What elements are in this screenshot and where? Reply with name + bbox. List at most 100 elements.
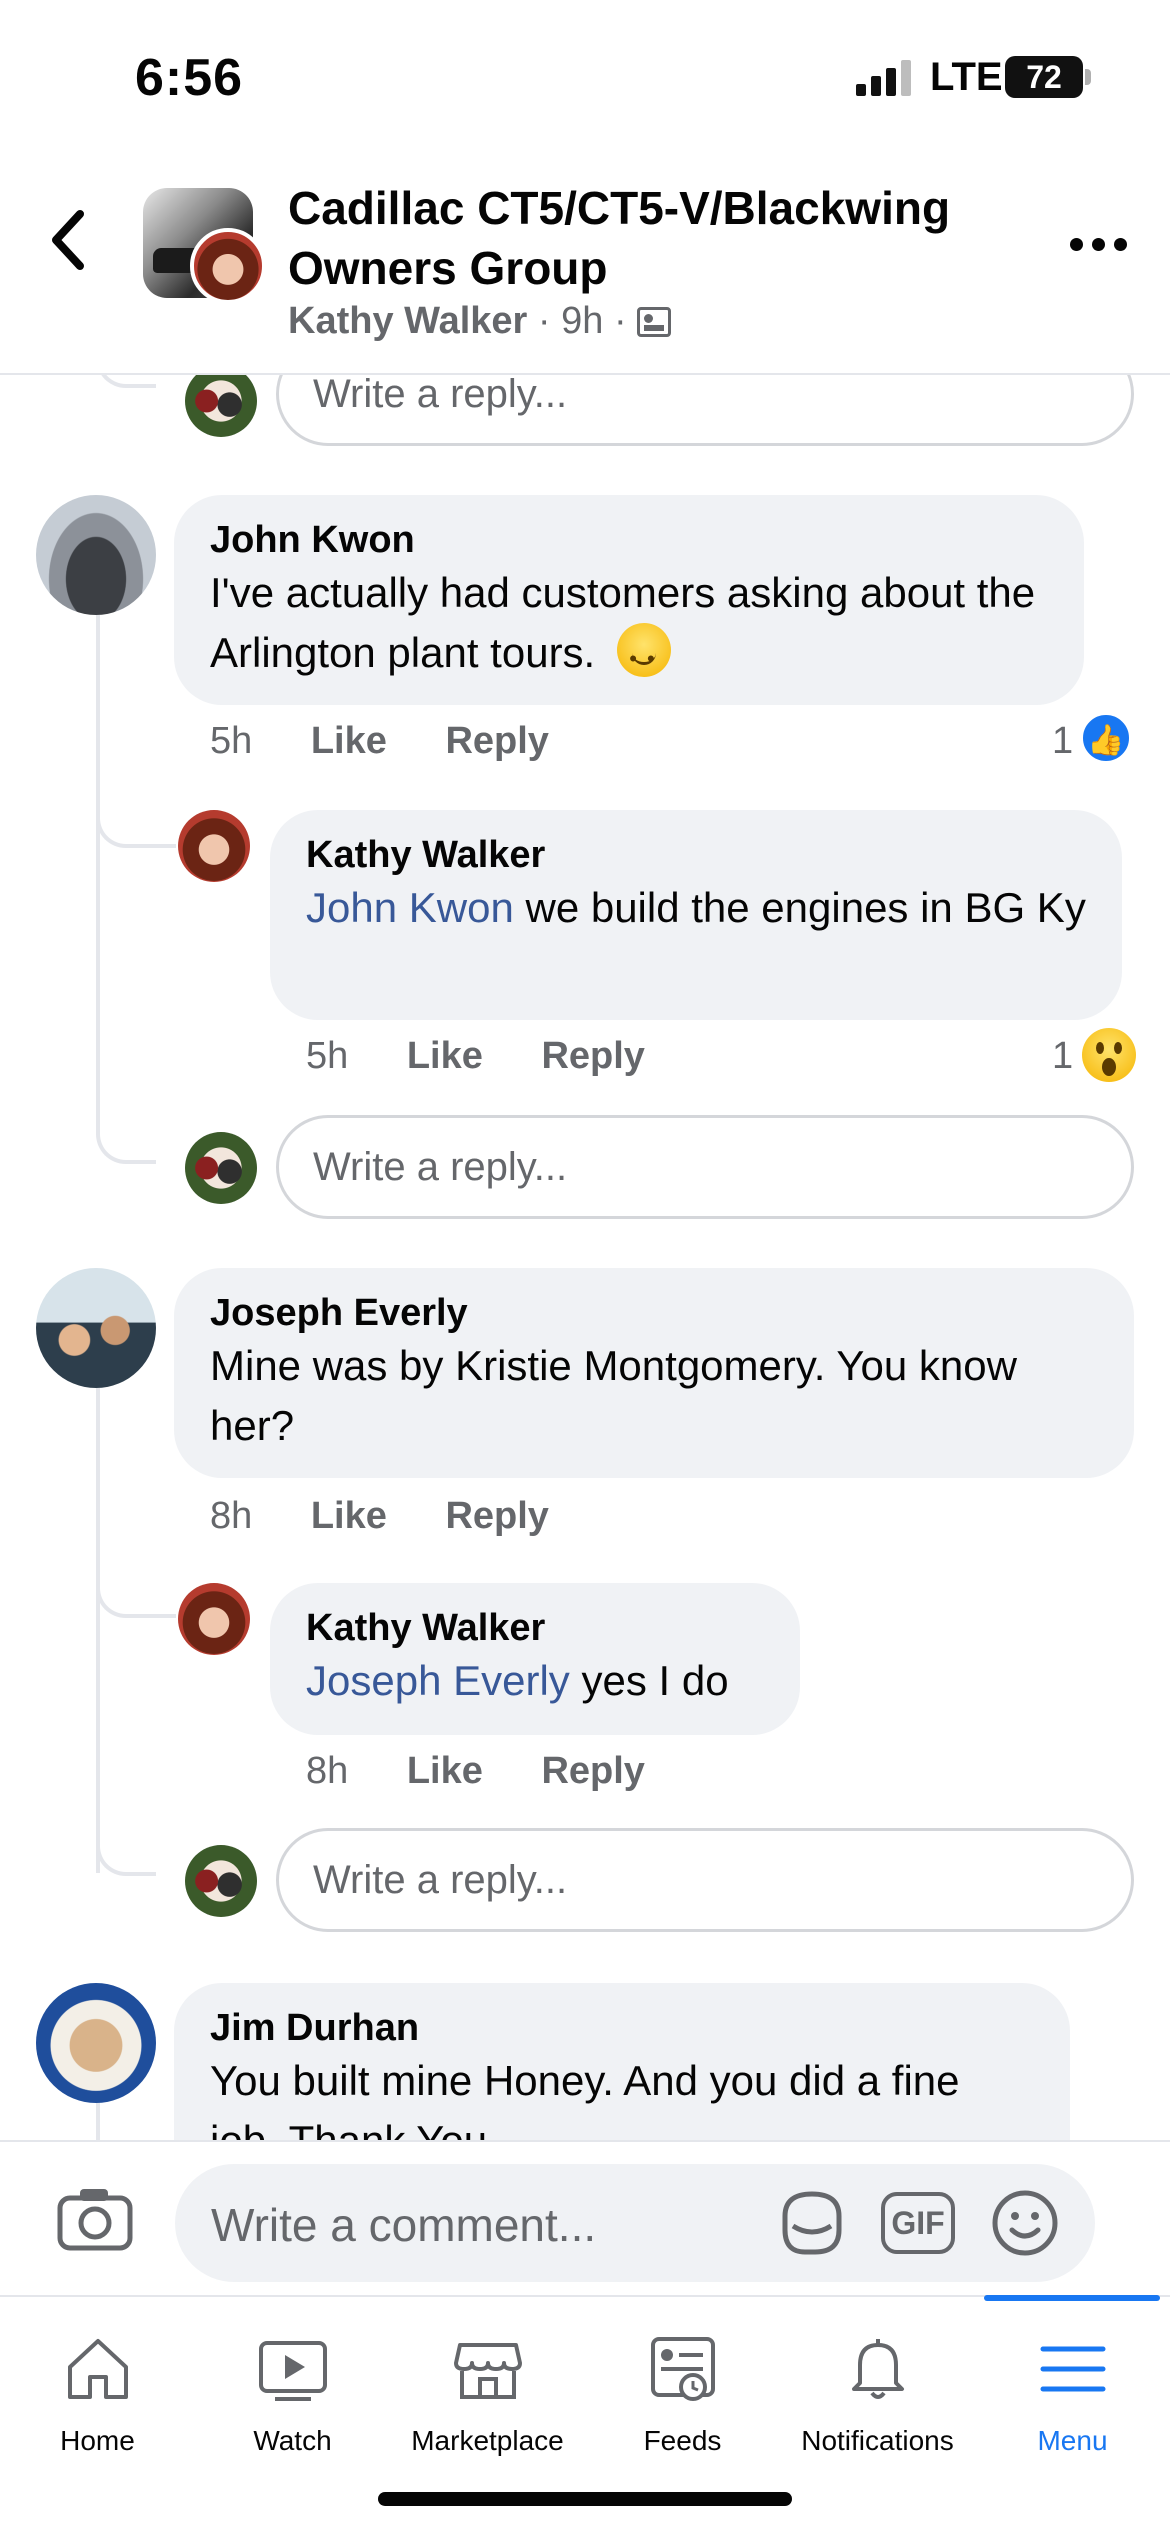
like-button[interactable]: Like: [407, 1035, 483, 1077]
tab-menu[interactable]: Menu: [975, 2297, 1170, 2477]
thread-line: [96, 1388, 100, 1873]
reply-button[interactable]: Reply: [445, 1495, 548, 1537]
my-avatar: [185, 1845, 257, 1917]
reply-bubble: Kathy Walker John Kwon we build the engi…: [270, 810, 1122, 1020]
group-title[interactable]: Cadillac CT5/CT5-V/Blackwing Owners Grou…: [288, 178, 1048, 298]
mention-link[interactable]: John Kwon: [306, 884, 514, 931]
reply-text: John Kwon we build the engines in BG Ky: [306, 884, 1086, 931]
reply-text: Joseph Everly yes I do: [306, 1657, 729, 1704]
reply-avatar[interactable]: [178, 810, 250, 882]
comment-placeholder: Write a comment...: [211, 2199, 597, 2251]
reply-button[interactable]: Reply: [541, 1750, 644, 1792]
comment-text: You built mine Honey. And you did a fine…: [210, 2057, 960, 2140]
tab-label: Notifications: [801, 2425, 954, 2456]
reply-time: 5h: [306, 1035, 349, 1077]
tab-notifications[interactable]: Notifications: [780, 2297, 975, 2477]
wow-reaction-icon: [1082, 1028, 1136, 1082]
mention-link[interactable]: Joseph Everly: [306, 1657, 570, 1704]
comment-input[interactable]: Write a comment... GIF: [175, 2164, 1095, 2282]
reaction-count[interactable]: 1: [1052, 720, 1073, 763]
commenter-name[interactable]: Jim Durhan: [210, 2005, 1034, 2051]
comment-actions: 5h Like Reply: [210, 720, 597, 763]
tab-feeds[interactable]: Feeds: [585, 2297, 780, 2477]
thread-connector: [96, 1570, 176, 1618]
tab-label: Marketplace: [411, 2425, 564, 2456]
signal-strength-icon: [856, 60, 916, 96]
thread-connector: [96, 1120, 156, 1164]
commenter-avatar[interactable]: [36, 1983, 156, 2103]
reply-avatar[interactable]: [178, 1583, 250, 1655]
back-button[interactable]: [40, 200, 100, 280]
tab-home[interactable]: Home: [0, 2297, 195, 2477]
reply-time: 8h: [306, 1750, 349, 1792]
thread-line: [96, 2100, 100, 2140]
meta-separator: ·: [537, 300, 551, 342]
camera-button[interactable]: [56, 2186, 134, 2252]
marketplace-icon: [454, 2343, 522, 2399]
watch-icon: [259, 2341, 327, 2401]
battery-icon: 72: [1005, 56, 1091, 98]
comment-bubble: Jim Durhan You built mine Honey. And you…: [174, 1983, 1070, 2140]
group-members-icon: [637, 307, 672, 337]
reply-input[interactable]: Write a reply...: [276, 1828, 1134, 1932]
comment-actions: 8h Like Reply: [210, 1495, 597, 1538]
commenter-avatar[interactable]: [36, 1268, 156, 1388]
meta-separator: ·: [613, 300, 627, 342]
tab-label: Menu: [1037, 2425, 1108, 2456]
tab-label: Feeds: [643, 2425, 722, 2456]
commenter-name[interactable]: John Kwon: [210, 517, 1048, 563]
sticker-icon: [782, 2191, 842, 2255]
reply-author[interactable]: Kathy Walker: [306, 1605, 764, 1651]
emoji-button[interactable]: [990, 2188, 1060, 2258]
home-indicator[interactable]: [378, 2492, 792, 2506]
menu-icon: [1040, 2346, 1106, 2392]
reply-author[interactable]: Kathy Walker: [306, 832, 1086, 878]
thread-connector: [96, 1832, 156, 1876]
bell-icon: [852, 2339, 904, 2399]
post-time: 9h: [561, 300, 604, 342]
comment-bubble: Joseph Everly Mine was by Kristie Montgo…: [174, 1268, 1134, 1478]
post-meta: Kathy Walker · 9h ·: [288, 300, 672, 343]
feeds-icon: [651, 2337, 715, 2401]
reply-button[interactable]: Reply: [445, 720, 548, 762]
comment-time: 8h: [210, 1495, 253, 1537]
like-button[interactable]: Like: [311, 1495, 387, 1537]
reply-input[interactable]: Write a reply...: [276, 1115, 1134, 1219]
my-avatar: [185, 365, 257, 437]
commenter-name[interactable]: Joseph Everly: [210, 1290, 1098, 1336]
home-icon: [68, 2339, 128, 2399]
reply-actions: 5h Like Reply: [306, 1035, 693, 1078]
author-avatar[interactable]: [190, 228, 266, 304]
post-header: Cadillac CT5/CT5-V/Blackwing Owners Grou…: [0, 150, 1170, 375]
post-author[interactable]: Kathy Walker: [288, 300, 527, 342]
battery-level: 72: [1005, 56, 1083, 98]
reaction-count[interactable]: 1: [1052, 1035, 1073, 1078]
my-avatar: [185, 1132, 257, 1204]
tab-label: Watch: [253, 2425, 332, 2456]
chevron-left-icon: [52, 210, 84, 270]
comments-screen: Write a reply... John Kwon I've actually…: [0, 0, 1170, 2532]
like-button[interactable]: Like: [311, 720, 387, 762]
like-button[interactable]: Like: [407, 1750, 483, 1792]
gif-button[interactable]: GIF: [881, 2192, 955, 2254]
tab-label: Home: [60, 2425, 135, 2456]
comment-composer: Write a comment... GIF: [0, 2140, 1170, 2295]
sticker-button[interactable]: [775, 2186, 849, 2260]
commenter-avatar[interactable]: [36, 495, 156, 615]
like-reaction-icon: 👍: [1080, 712, 1132, 764]
comment-text: Mine was by Kristie Montgomery. You know…: [210, 1342, 1017, 1449]
comment-bubble: John Kwon I've actually had customers as…: [174, 495, 1084, 705]
tab-watch[interactable]: Watch: [195, 2297, 390, 2477]
thread-connector: [96, 800, 176, 848]
more-options-button[interactable]: [1070, 230, 1130, 260]
reply-button[interactable]: Reply: [541, 1035, 644, 1077]
reply-actions: 8h Like Reply: [306, 1750, 693, 1793]
tab-marketplace[interactable]: Marketplace: [390, 2297, 585, 2477]
reply-bubble: Kathy Walker Joseph Everly yes I do: [270, 1583, 800, 1735]
thread-line: [96, 615, 100, 1135]
comment-time: 5h: [210, 720, 253, 762]
status-time: 6:56: [135, 49, 244, 107]
emoji-icon: [992, 2190, 1058, 2256]
network-type: LTE: [930, 55, 1003, 99]
comment-text: I've actually had customers asking about…: [210, 563, 1048, 689]
